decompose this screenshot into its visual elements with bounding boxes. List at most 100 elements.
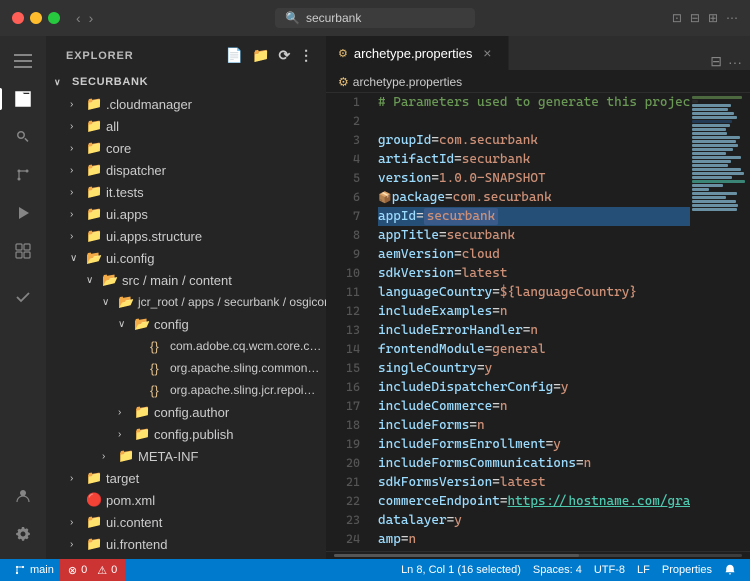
activity-icon-run[interactable]	[6, 196, 40, 230]
sidebar-item-svc2[interactable]: › {} org.apache.sling.commons.log.LogMan…	[46, 357, 326, 379]
maximize-button[interactable]	[48, 12, 60, 24]
breadcrumb: ⚙ archetype.properties	[326, 71, 750, 93]
search-bar[interactable]: 🔍 securbank	[275, 8, 475, 28]
refresh-icon[interactable]: ⟳	[278, 47, 291, 64]
status-errors[interactable]: ⊗ 0 ⚠ 0	[60, 559, 125, 581]
sidebar-item-svc1[interactable]: › {} com.adobe.cq.wcm.core.components.in…	[46, 335, 326, 357]
folder-arrow: ›	[70, 165, 86, 176]
sidebar-item-config-author[interactable]: › 📁 config.author	[46, 401, 326, 423]
sidebar-item-src[interactable]: ∨ 📂 src / main / content	[46, 269, 326, 291]
ml-29	[692, 208, 737, 211]
code-line-17: includeCommerce=n	[378, 397, 690, 416]
status-line-col[interactable]: Ln 8, Col 1 (16 selected)	[395, 564, 527, 576]
nav-back[interactable]: ‹	[76, 10, 81, 26]
sidebar-item-all[interactable]: › 📁 all	[46, 115, 326, 137]
sidebar-item-ui-frontend[interactable]: › 📁 ui.frontend	[46, 533, 326, 555]
sidebar-item-jcr-root[interactable]: ∨ 📂 jcr_root / apps / securbank / osgico…	[46, 291, 326, 313]
encoding-text: UTF-8	[594, 564, 625, 576]
activity-icon-settings[interactable]	[6, 517, 40, 551]
code-line-24: amp=n	[378, 530, 690, 549]
code-line-7: appId=securbank	[378, 207, 690, 226]
tab-archetype-properties[interactable]: ⚙ archetype.properties ×	[326, 36, 509, 70]
layout-icon1[interactable]: ⊡	[672, 11, 682, 25]
activity-icon-extensions[interactable]	[6, 234, 40, 268]
activity-icon-account[interactable]	[6, 479, 40, 513]
ln-9: 9	[326, 245, 360, 264]
sidebar-item-ui-config[interactable]: ∨ 📂 ui.config	[46, 247, 326, 269]
ml-12	[692, 140, 736, 143]
new-file-icon[interactable]: 📄	[226, 47, 244, 64]
folder-icon: 📁	[86, 514, 102, 530]
ml-4	[692, 108, 728, 111]
activity-icon-menu[interactable]	[6, 44, 40, 78]
folder-open-icon: 📂	[86, 250, 102, 266]
activity-icon-source-control[interactable]	[6, 158, 40, 192]
item-label: target	[106, 471, 139, 486]
sidebar-item-config[interactable]: ∨ 📂 config	[46, 313, 326, 335]
activity-icon-search[interactable]	[6, 120, 40, 154]
sidebar-item-meta-inf[interactable]: › 📁 META-INF	[46, 445, 326, 467]
sidebar-tree: ∨ SECURBANK › 📁 .cloudmanager › 📁 all › …	[46, 71, 326, 559]
sidebar-item-core[interactable]: › 📁 core	[46, 137, 326, 159]
nav-forward[interactable]: ›	[89, 10, 94, 26]
status-language[interactable]: Properties	[656, 564, 718, 576]
sidebar-item-it-tests[interactable]: › 📁 it.tests	[46, 181, 326, 203]
status-encoding[interactable]: UTF-8	[588, 564, 631, 576]
status-notifications[interactable]	[718, 564, 742, 576]
ml-23	[692, 184, 723, 187]
ln-18: 18	[326, 416, 360, 435]
ln-6: 6	[326, 188, 360, 207]
status-eol[interactable]: LF	[631, 564, 656, 576]
sidebar-item-target[interactable]: › 📁 target	[46, 467, 326, 489]
line-numbers: 1 2 3 4 5 6 7 8 9 10 11 12 13 14 15 16 1…	[326, 93, 370, 551]
main-layout: EXPLORER 📄 📁 ⟳ ⋮ ∨ SECURBANK › 📁 .cloudm…	[0, 36, 750, 559]
more-actions-icon[interactable]: ···	[728, 54, 742, 70]
folder-icon: 📁	[86, 118, 102, 134]
sidebar-item-cloudmanager[interactable]: › 📁 .cloudmanager	[46, 93, 326, 115]
json-icon: {}	[150, 339, 166, 354]
new-folder-icon[interactable]: 📁	[252, 47, 270, 64]
editor-content[interactable]: 1 2 3 4 5 6 7 8 9 10 11 12 13 14 15 16 1…	[326, 93, 750, 551]
sidebar-header-icons: 📄 📁 ⟳ ⋮	[226, 47, 314, 64]
sidebar-item-svc3[interactable]: › {} org.apache.sling.jcr.repoinit.Repos…	[46, 379, 326, 401]
sidebar-root[interactable]: ∨ SECURBANK	[46, 71, 326, 93]
ln-1: 1	[326, 93, 360, 112]
layout-icon2[interactable]: ⊟	[690, 11, 700, 25]
status-spaces[interactable]: Spaces: 4	[527, 564, 588, 576]
activity-icon-explorer[interactable]	[6, 82, 40, 116]
traffic-lights	[12, 12, 60, 24]
folder-icon: 📁	[134, 404, 150, 420]
code-lines[interactable]: # Parameters used to generate this proje…	[370, 93, 690, 551]
sidebar-item-ui-content[interactable]: › 📁 ui.content	[46, 511, 326, 533]
activity-bar-bottom	[6, 479, 40, 551]
sidebar-item-ui-apps-structure[interactable]: › 📁 ui.apps.structure	[46, 225, 326, 247]
sidebar-item-dispatcher[interactable]: › 📁 dispatcher	[46, 159, 326, 181]
ml-10	[692, 132, 727, 135]
ml-28	[692, 204, 738, 207]
minimize-button[interactable]	[30, 12, 42, 24]
folder-arrow: ∨	[118, 319, 134, 330]
collapse-icon[interactable]: ⋮	[299, 47, 314, 64]
ln-10: 10	[326, 264, 360, 283]
tab-close-button[interactable]: ×	[478, 44, 496, 62]
close-button[interactable]	[12, 12, 24, 24]
layout-icon4[interactable]: ⋯	[726, 11, 738, 25]
code-line-9: aemVersion=cloud	[378, 245, 690, 264]
activity-icon-check[interactable]	[6, 280, 40, 314]
breadcrumb-icon: ⚙	[338, 75, 349, 89]
minimap-content	[690, 93, 750, 214]
sidebar-item-pom-xml[interactable]: › 🔴 pom.xml	[46, 489, 326, 511]
code-line-15: singleCountry=y	[378, 359, 690, 378]
status-branch[interactable]: main	[8, 559, 60, 581]
split-editor-icon[interactable]: ⊟	[710, 53, 722, 70]
horizontal-scrollbar[interactable]	[334, 554, 742, 557]
ml-21	[692, 176, 732, 179]
nav-arrows: ‹ ›	[76, 10, 93, 26]
folder-arrow: ›	[70, 231, 86, 242]
sidebar-item-ui-apps[interactable]: › 📁 ui.apps	[46, 203, 326, 225]
folder-arrow: ›	[70, 539, 86, 550]
ml-24	[692, 188, 709, 191]
layout-icon3[interactable]: ⊞	[708, 11, 718, 25]
sidebar-item-config-publish[interactable]: › 📁 config.publish	[46, 423, 326, 445]
ln-7: 7	[326, 207, 360, 226]
